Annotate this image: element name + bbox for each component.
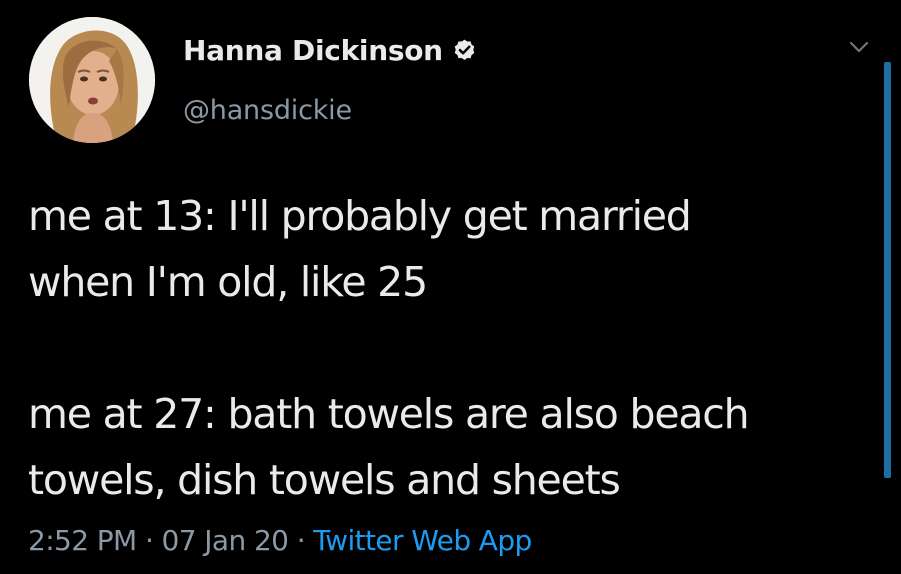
- verified-badge-icon: [452, 38, 477, 63]
- avatar[interactable]: [29, 17, 155, 143]
- tweet-line: me at 27: bath towels are also beach: [28, 390, 750, 438]
- tweet-time[interactable]: 2:52 PM: [28, 524, 137, 557]
- meta-separator: ·: [296, 524, 314, 557]
- chevron-down-icon[interactable]: [848, 36, 870, 58]
- tweet-text: me at 13: I'll probably get married when…: [28, 183, 873, 513]
- tweet-source-link[interactable]: Twitter Web App: [313, 524, 532, 557]
- tweet-card: Hanna Dickinson @hansdickie me at 13: I'…: [0, 0, 901, 574]
- tweet-date[interactable]: 07 Jan 20: [162, 524, 289, 557]
- tweet-line: when I'm old, like 25: [28, 258, 428, 306]
- tweet-line: me at 13: I'll probably get married: [28, 192, 692, 240]
- author-name-row[interactable]: Hanna Dickinson: [183, 34, 477, 67]
- meta-separator: ·: [144, 524, 162, 557]
- author-handle[interactable]: @hansdickie: [183, 95, 352, 126]
- tweet-line: towels, dish towels and sheets: [28, 456, 621, 504]
- display-name[interactable]: Hanna Dickinson: [183, 34, 443, 67]
- tweet-meta: 2:52 PM · 07 Jan 20 · Twitter Web App: [28, 524, 532, 557]
- scrollbar[interactable]: [884, 62, 891, 478]
- avatar-image: [29, 17, 155, 143]
